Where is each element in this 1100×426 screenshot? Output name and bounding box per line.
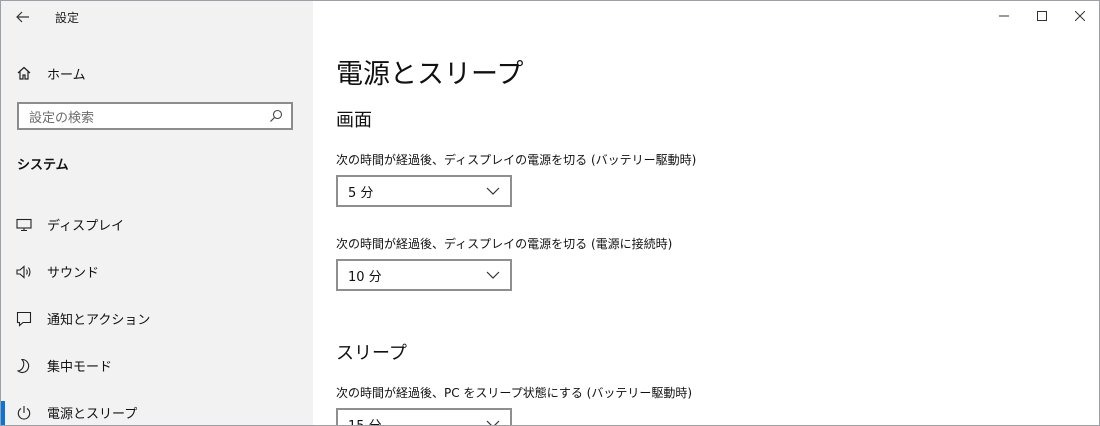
search-placeholder: 設定の検索: [29, 110, 95, 126]
sleep-heading: スリープ: [336, 343, 407, 364]
sidebar-nav: ディスプレイ サウンド 通知とアクション 集中モード 電源とスリープ: [1, 201, 313, 425]
section-title: システム: [17, 158, 69, 173]
search-input[interactable]: 設定の検索: [17, 102, 293, 130]
main-content: 電源とスリープ 画面 次の時間が経過後、ディスプレイの電源を切る (バッテリー駆…: [313, 1, 1099, 425]
sidebar-item-label: 電源とスリープ: [47, 407, 138, 422]
screen-battery-label: 次の時間が経過後、ディスプレイの電源を切る (バッテリー駆動時): [336, 153, 697, 167]
maximize-button[interactable]: [1023, 1, 1061, 31]
sidebar: 設定 ホーム 設定の検索 システム ディスプレイ サウンド 通知とアクション 集…: [1, 1, 313, 425]
sidebar-item-sound[interactable]: サウンド: [1, 248, 313, 295]
moon-icon: [1, 358, 47, 374]
close-button[interactable]: [1061, 1, 1099, 31]
speaker-icon: [1, 264, 47, 279]
chevron-down-icon: [486, 271, 500, 279]
chevron-down-icon: [486, 420, 500, 425]
arrow-left-icon: [16, 11, 29, 23]
minimize-icon: [999, 15, 1009, 17]
screen-heading: 画面: [336, 110, 372, 131]
dropdown-value: 10 分: [348, 269, 382, 285]
sidebar-item-label: ホーム: [47, 67, 86, 83]
monitor-icon: [1, 218, 47, 232]
dropdown-value: 5 分: [348, 185, 374, 201]
sidebar-item-power[interactable]: 電源とスリープ: [1, 389, 313, 425]
app-title: 設定: [55, 10, 80, 25]
power-icon: [1, 405, 47, 421]
search-icon: [270, 109, 283, 122]
screen-plugged-dropdown[interactable]: 10 分: [336, 259, 512, 291]
settings-window: 設定 ホーム 設定の検索 システム ディスプレイ サウンド 通知とアクション 集…: [0, 0, 1100, 426]
maximize-icon: [1037, 11, 1047, 21]
sidebar-item-label: サウンド: [47, 266, 100, 281]
active-indicator: [1, 401, 5, 425]
caption-buttons: [985, 1, 1099, 31]
sidebar-item-label: 集中モード: [47, 360, 113, 375]
sidebar-item-label: 通知とアクション: [47, 313, 151, 328]
screen-plugged-label: 次の時間が経過後、ディスプレイの電源を切る (電源に接続時): [336, 237, 673, 251]
title-bar-left: 設定: [1, 1, 313, 33]
back-button[interactable]: [1, 1, 45, 33]
close-icon: [1075, 11, 1085, 21]
sidebar-item-focus[interactable]: 集中モード: [1, 342, 313, 389]
sidebar-item-display[interactable]: ディスプレイ: [1, 201, 313, 248]
screen-battery-dropdown[interactable]: 5 分: [336, 175, 512, 207]
sidebar-item-home[interactable]: ホーム: [1, 57, 313, 89]
dropdown-value: 15 分: [348, 418, 382, 426]
sleep-battery-label: 次の時間が経過後、PC をスリープ状態にする (バッテリー駆動時): [336, 386, 693, 400]
chevron-down-icon: [486, 187, 500, 195]
sidebar-item-notifications[interactable]: 通知とアクション: [1, 295, 313, 342]
notification-icon: [1, 311, 47, 327]
sidebar-item-label: ディスプレイ: [47, 219, 125, 234]
page-title: 電源とスリープ: [336, 59, 524, 90]
minimize-button[interactable]: [985, 1, 1023, 31]
home-icon: [1, 65, 47, 81]
sleep-battery-dropdown[interactable]: 15 分: [336, 408, 512, 426]
